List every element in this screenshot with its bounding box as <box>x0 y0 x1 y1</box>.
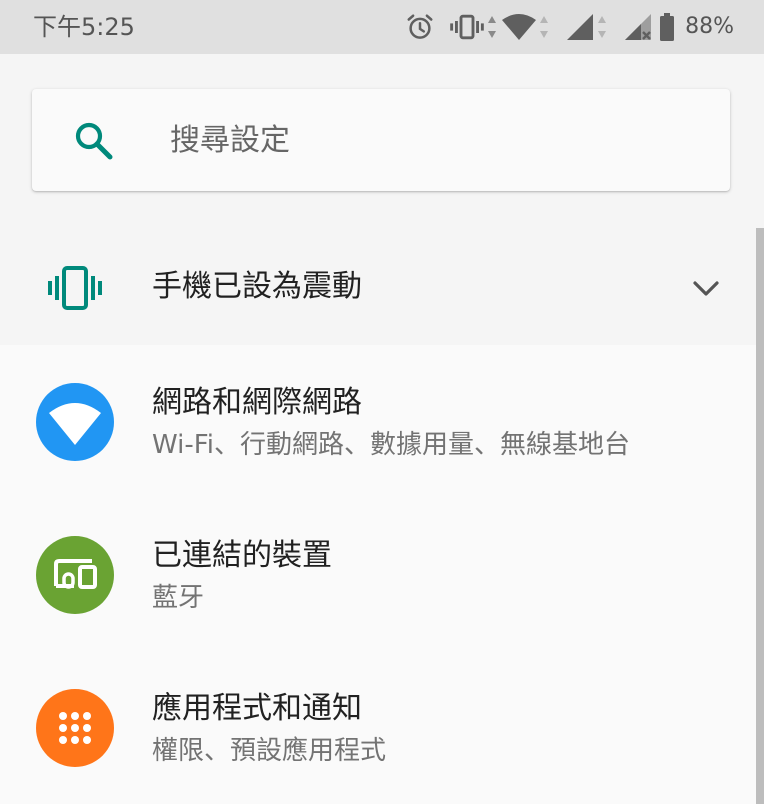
search-bar[interactable]: 搜尋設定 <box>32 89 730 191</box>
condition-title: 手機已設為震動 <box>152 269 362 304</box>
settings-item-title: 網路和網際網路 <box>152 385 362 420</box>
wifi-icon <box>502 14 537 40</box>
data-arrows-icon <box>540 16 549 38</box>
scrollbar[interactable] <box>756 228 764 804</box>
settings-item-summary: 權限、預設應用程式 <box>152 736 387 766</box>
connected-devices-icon <box>36 536 114 614</box>
status-icons: 88% <box>399 10 734 44</box>
settings-item-apps[interactable]: 應用程式和通知 權限、預設應用程式 <box>0 651 756 804</box>
alarm-icon <box>407 14 433 39</box>
data-arrows-icon <box>598 16 607 38</box>
settings-item-connected-devices[interactable]: 已連結的裝置 藍牙 <box>0 498 756 651</box>
search-placeholder: 搜尋設定 <box>170 123 290 158</box>
apps-grid-icon <box>36 689 114 767</box>
settings-item-summary: 藍牙 <box>152 583 205 613</box>
cell-signal-icon <box>567 14 594 40</box>
settings-screen: 下午5:25 88% 搜尋設定 手機已設為震動 網路和網際網路 Wi-Fi、行動… <box>0 0 764 804</box>
condition-card-vibrate[interactable]: 手機已設為震動 <box>0 232 756 345</box>
settings-item-title: 已連結的裝置 <box>152 538 332 573</box>
settings-item-title: 應用程式和通知 <box>152 691 362 726</box>
wifi-icon <box>36 383 114 461</box>
vibrate-icon <box>48 266 102 310</box>
chevron-down-icon[interactable] <box>690 272 722 304</box>
settings-item-network[interactable]: 網路和網際網路 Wi-Fi、行動網路、數據用量、無線基地台 <box>0 345 756 498</box>
cell-signal-no-sim-icon <box>625 14 652 40</box>
settings-item-summary: Wi-Fi、行動網路、數據用量、無線基地台 <box>152 430 631 460</box>
status-time: 下午5:25 <box>33 13 135 41</box>
search-icon <box>75 122 113 160</box>
battery-icon <box>660 13 675 41</box>
vibrate-icon <box>450 14 484 40</box>
status-bar: 下午5:25 88% <box>0 0 764 54</box>
settings-list: 網路和網際網路 Wi-Fi、行動網路、數據用量、無線基地台 已連結的裝置 藍牙 <box>0 345 756 804</box>
battery-percent: 88% <box>685 14 734 39</box>
data-arrows-icon <box>488 16 497 38</box>
